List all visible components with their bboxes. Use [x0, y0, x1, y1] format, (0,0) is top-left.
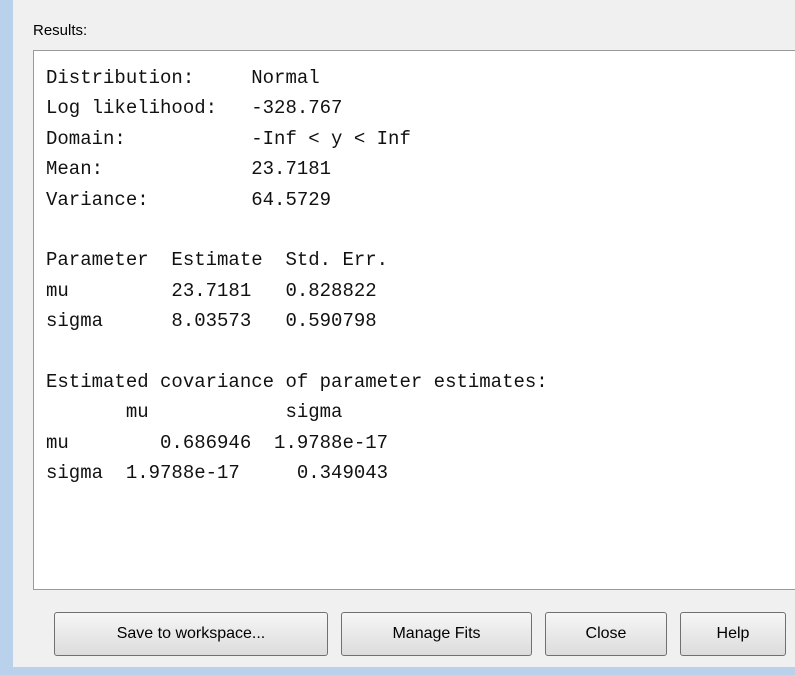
close-button[interactable]: Close: [545, 612, 667, 656]
results-line: sigma 1.9788e-17 0.349043: [46, 462, 389, 485]
save-to-workspace-button[interactable]: Save to workspace...: [54, 612, 328, 656]
results-line: mu 23.7181 0.828822: [46, 279, 377, 302]
results-window: Results: Distribution: Normal Log likeli…: [13, 0, 795, 667]
results-line: Variance: 64.5729: [46, 188, 332, 211]
results-label: Results:: [33, 22, 88, 39]
results-text: Distribution: Normal Log likelihood: -32…: [46, 63, 548, 489]
results-line: Estimated covariance of parameter estima…: [46, 371, 548, 394]
results-line: Parameter Estimate Std. Err.: [46, 249, 389, 272]
help-button[interactable]: Help: [680, 612, 786, 656]
results-line: Distribution: Normal: [46, 67, 320, 89]
results-line: Mean: 23.7181: [46, 158, 332, 181]
results-line: sigma 8.03573 0.590798: [46, 310, 377, 333]
results-line: Log likelihood: -328.767: [46, 97, 343, 120]
results-text-area[interactable]: Distribution: Normal Log likelihood: -32…: [33, 50, 795, 590]
results-line: mu sigma: [46, 401, 343, 424]
results-line: Domain: -Inf < y < Inf: [46, 127, 411, 150]
manage-fits-button[interactable]: Manage Fits: [341, 612, 532, 656]
results-line: mu 0.686946 1.9788e-17: [46, 431, 389, 454]
